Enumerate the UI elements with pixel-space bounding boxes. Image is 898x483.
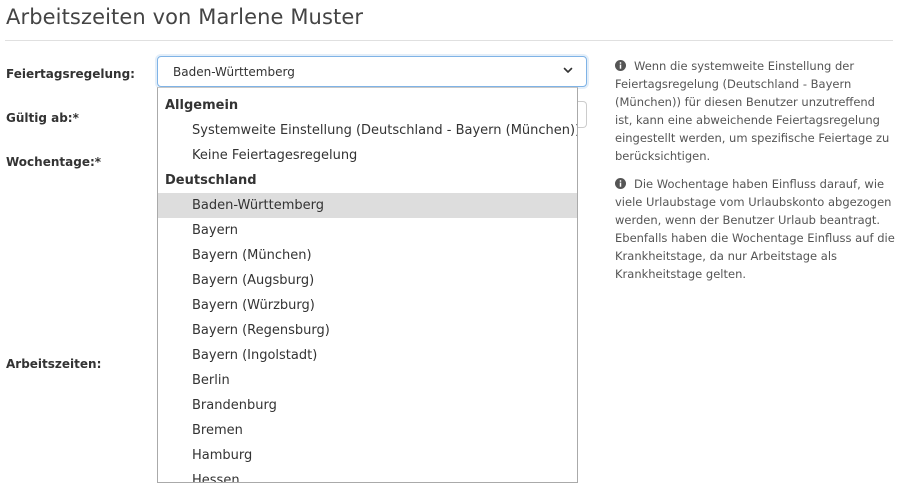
weekdays-help-text: Die Wochentage haben Einfluss darauf, wi…: [615, 175, 895, 283]
valid-from-label: Gültig ab:*: [6, 111, 79, 125]
title-divider: [5, 40, 893, 41]
info-circle-icon: [615, 178, 626, 189]
holiday-rule-label: Feiertagsregelung:: [6, 67, 135, 81]
dropdown-option[interactable]: Hamburg: [158, 443, 577, 468]
dropdown-option[interactable]: Bayern (Augsburg): [158, 268, 577, 293]
option-group-header: Deutschland: [165, 173, 257, 188]
dropdown-option[interactable]: Berlin: [158, 368, 577, 393]
holiday-rule-selected-value: Baden-Württemberg: [173, 65, 295, 79]
holiday-help-body: Wenn die systemweite Einstellung der Fei…: [615, 59, 890, 163]
dropdown-option[interactable]: Brandenburg: [158, 393, 577, 418]
holiday-rule-dropdown[interactable]: Allgemein Systemweite Einstellung (Deutsc…: [157, 87, 578, 483]
dropdown-option[interactable]: Hessen: [158, 468, 577, 482]
holiday-help-text: Wenn die systemweite Einstellung der Fei…: [615, 57, 895, 165]
weekdays-help-body: Die Wochentage haben Einfluss darauf, wi…: [615, 177, 895, 281]
info-circle-icon: [615, 60, 626, 71]
dropdown-option[interactable]: Bayern (München): [158, 243, 577, 268]
dropdown-option[interactable]: Bremen: [158, 418, 577, 443]
holiday-rule-options: Allgemein Systemweite Einstellung (Deutsc…: [158, 88, 577, 482]
working-times-label: Arbeitszeiten:: [6, 357, 102, 371]
dropdown-option[interactable]: Baden-Württemberg: [158, 193, 577, 218]
dropdown-option[interactable]: Bayern (Regensburg): [158, 318, 577, 343]
holiday-rule-select[interactable]: Baden-Württemberg: [157, 56, 587, 87]
weekdays-label: Wochentage:*: [6, 155, 102, 169]
dropdown-option[interactable]: Keine Feiertagesregelung: [158, 143, 577, 168]
dropdown-option[interactable]: Bayern: [158, 218, 577, 243]
dropdown-option[interactable]: Bayern (Ingolstadt): [158, 343, 577, 368]
option-group-header: Allgemein: [165, 98, 239, 113]
chevron-down-icon: [563, 67, 573, 73]
valid-from-input[interactable]: [578, 101, 587, 128]
dropdown-option[interactable]: Bayern (Würzburg): [158, 293, 577, 318]
dropdown-option[interactable]: Systemweite Einstellung (Deutschland - B…: [158, 118, 577, 143]
page-title: Arbeitszeiten von Marlene Muster: [6, 5, 364, 29]
